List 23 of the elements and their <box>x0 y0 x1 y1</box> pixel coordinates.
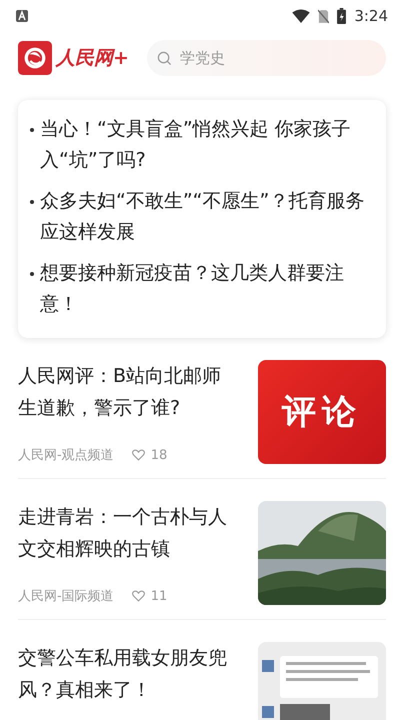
thumbnail-banner[interactable]: 评论 <box>258 360 386 464</box>
headline-link[interactable]: 当心！“文具盲盒”悄然兴起 你家孩子入“坑”了吗? <box>30 114 372 176</box>
search-icon <box>156 50 172 66</box>
article-title[interactable]: 走进青岩：一个古朴与人文交相辉映的古镇 <box>18 501 234 565</box>
status-time: 3:24 <box>354 7 388 25</box>
notification-icon <box>16 10 28 22</box>
like-count: 18 <box>150 448 168 462</box>
heart-icon <box>132 590 145 602</box>
no-sim-icon <box>318 8 330 24</box>
headline-link[interactable]: 想要接种新冠疫苗？这几类人群要注意！ <box>30 258 372 320</box>
wifi-icon <box>292 9 310 23</box>
article-title[interactable]: 人民网评：B站向北邮师生道歉，警示了谁? <box>18 360 234 424</box>
battery-icon <box>337 8 346 24</box>
article-title[interactable]: 交警公车私用载女朋友兜风？真相来了！ <box>18 642 234 706</box>
heart-icon <box>132 449 145 461</box>
search-input[interactable]: 学党史 <box>178 48 332 68</box>
logo-text: 人民网+ <box>56 46 129 71</box>
article-source: 人民网-观点频道 <box>18 447 114 464</box>
article-source: 人民网-国际频道 <box>18 588 114 605</box>
logo-icon <box>18 41 52 75</box>
search-field[interactable]: 学党史 <box>146 40 386 76</box>
like-count: 11 <box>150 588 168 604</box>
headline-link[interactable]: 众多夫妇“不敢生”“不愿生”？托育服务应这样发展 <box>30 186 372 248</box>
